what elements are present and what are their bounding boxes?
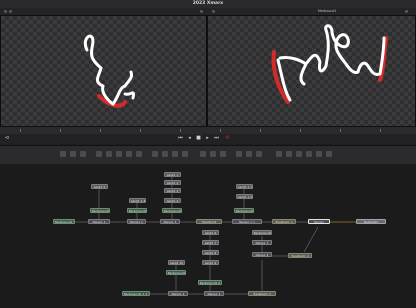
node-background[interactable]: Background1_1 — [90, 208, 110, 213]
window-title: 2023 Xmarx — [192, 1, 224, 6]
tool-fx-icon[interactable] — [326, 151, 332, 157]
tool-camera-icon[interactable] — [236, 151, 242, 157]
stop-icon[interactable]: ■ — [195, 135, 202, 142]
white-stroke-left — [83, 34, 135, 106]
tool-transform-icon[interactable] — [106, 151, 112, 157]
node-paint[interactable]: paint1_1_3 — [129, 198, 146, 203]
tool-3d-icon[interactable] — [220, 151, 226, 157]
node-editor[interactable]: paint1_1 paint1_2 paint1_3 paint1_4 pain… — [0, 164, 416, 308]
tool-matte-icon[interactable] — [286, 151, 292, 157]
node-paint[interactable]: paint1_4 — [164, 198, 181, 203]
ruler-tick — [300, 129, 301, 132]
node-paint[interactable]: paint1_1 — [164, 172, 181, 177]
node-transform[interactable]: Transform1_1 — [272, 219, 296, 224]
node-merge[interactable]: Merge1_1 — [88, 219, 110, 224]
viewer2-label: Mediaout1 — [318, 9, 337, 13]
play-icon[interactable]: ▸ — [204, 135, 211, 142]
loop-icon[interactable]: ⟲ — [224, 135, 231, 142]
node-merge[interactable]: Merge1_7 — [252, 240, 272, 245]
viewer2-zoom-icon[interactable] — [405, 10, 408, 13]
tool-color-icon[interactable] — [152, 151, 158, 157]
tool-background-icon[interactable] — [60, 151, 66, 157]
node-merge[interactable]: Merge1_4 — [168, 291, 188, 296]
tool-blur-icon[interactable] — [116, 151, 122, 157]
node-paint[interactable]: paint1_1_1 — [236, 184, 253, 189]
panel-toggle-icon[interactable]: ⊲ — [4, 135, 10, 142]
node-background[interactable]: Background1_3 — [162, 208, 182, 213]
node-paint[interactable]: paint1_1_2 — [236, 194, 253, 199]
ruler-tick — [140, 129, 141, 132]
viewer-left[interactable] — [0, 15, 207, 127]
tool-resize-icon[interactable] — [182, 151, 188, 157]
ruler-tick — [340, 129, 341, 132]
viewer-right[interactable] — [207, 15, 416, 127]
node-merge[interactable]: Merge1_3 — [160, 219, 180, 224]
tool-bar — [0, 145, 416, 165]
node-background[interactable]: Background1_5 — [166, 270, 186, 275]
node-paint[interactable]: paint1_5 — [91, 184, 108, 189]
tool-tracker-icon[interactable] — [200, 151, 206, 157]
node-paint[interactable]: paint1_3 — [164, 188, 181, 193]
ruler-tick — [220, 129, 221, 132]
node-connections — [74, 176, 356, 295]
viewer-left-canvas — [83, 34, 135, 108]
tool-light-icon[interactable] — [246, 151, 252, 157]
tool-text-icon[interactable] — [80, 151, 86, 157]
node-merge[interactable]: Merge1_1_1 — [232, 219, 262, 224]
tool-merge-icon[interactable] — [96, 151, 102, 157]
ruler-tick — [180, 129, 181, 132]
tool-glow-icon[interactable] — [162, 151, 168, 157]
viewer2-menu-icon[interactable] — [212, 10, 215, 13]
node-background[interactable]: Background1_6 — [198, 280, 222, 285]
step-back-icon[interactable]: ◂ — [186, 135, 193, 142]
tool-polygon-icon[interactable] — [136, 151, 142, 157]
tool-particles-icon[interactable] — [210, 151, 216, 157]
tool-paint-icon[interactable] — [70, 151, 76, 157]
ruler-tick — [380, 129, 381, 132]
viewer1-menu-icon[interactable] — [4, 10, 7, 13]
node-merge[interactable]: Merge1_6 — [252, 252, 272, 257]
node-transform[interactable]: Transform1_3 — [288, 253, 312, 258]
viewer-right-canvas — [271, 24, 388, 104]
node-paint[interactable]: paint1_10 — [168, 260, 185, 265]
node-transform[interactable]: Transform1_2 — [248, 291, 276, 296]
node-merge[interactable]: Merge1_2 — [127, 219, 146, 224]
node-paint[interactable]: paint1_2 — [164, 180, 181, 185]
node-paint[interactable]: Background1_1_1_1_1 — [252, 230, 272, 235]
ruler-tick — [260, 129, 261, 132]
transport-bar: ⊲ ⏮ ◂ ■ ▸ ⏭ ⟲ — [0, 134, 416, 144]
tool-keyer-icon[interactable] — [276, 151, 282, 157]
node-paint[interactable]: paint1_7 — [202, 240, 219, 245]
tool-loader-icon[interactable] — [306, 151, 312, 157]
last-frame-icon[interactable]: ⏭ — [213, 135, 220, 142]
viewer1-zoom-icon[interactable] — [200, 10, 203, 13]
ruler-tick — [20, 129, 21, 132]
tool-mask-icon[interactable] — [126, 151, 132, 157]
white-stroke-right — [276, 24, 386, 102]
node-background[interactable]: Background1_1_1_1 — [122, 291, 150, 296]
node-merge[interactable]: Merge1_5 — [204, 291, 224, 296]
tool-crop-icon[interactable] — [172, 151, 178, 157]
viewer1-options-icon[interactable] — [9, 10, 12, 13]
node-mediaout[interactable]: MediaOut1 — [356, 219, 386, 224]
first-frame-icon[interactable]: ⏮ — [177, 135, 184, 142]
node-paint[interactable]: paint1_8 — [202, 250, 219, 255]
ruler-tick — [60, 129, 61, 132]
node-background[interactable]: Background1_4 — [234, 208, 254, 213]
tool-channel-icon[interactable] — [296, 151, 302, 157]
node-merge-main[interactable]: Merge1 — [308, 219, 330, 224]
tool-saver-icon[interactable] — [316, 151, 322, 157]
node-background[interactable]: Background1_1_1 — [53, 219, 75, 224]
ruler-tick — [100, 129, 101, 132]
node-paint[interactable]: paint1_9 — [202, 260, 219, 265]
node-transform[interactable]: Transform1 — [196, 219, 222, 224]
node-paint[interactable]: paint1_6 — [202, 230, 219, 235]
tool-render-icon[interactable] — [256, 151, 262, 157]
node-background[interactable]: Background1_2 — [127, 208, 147, 213]
